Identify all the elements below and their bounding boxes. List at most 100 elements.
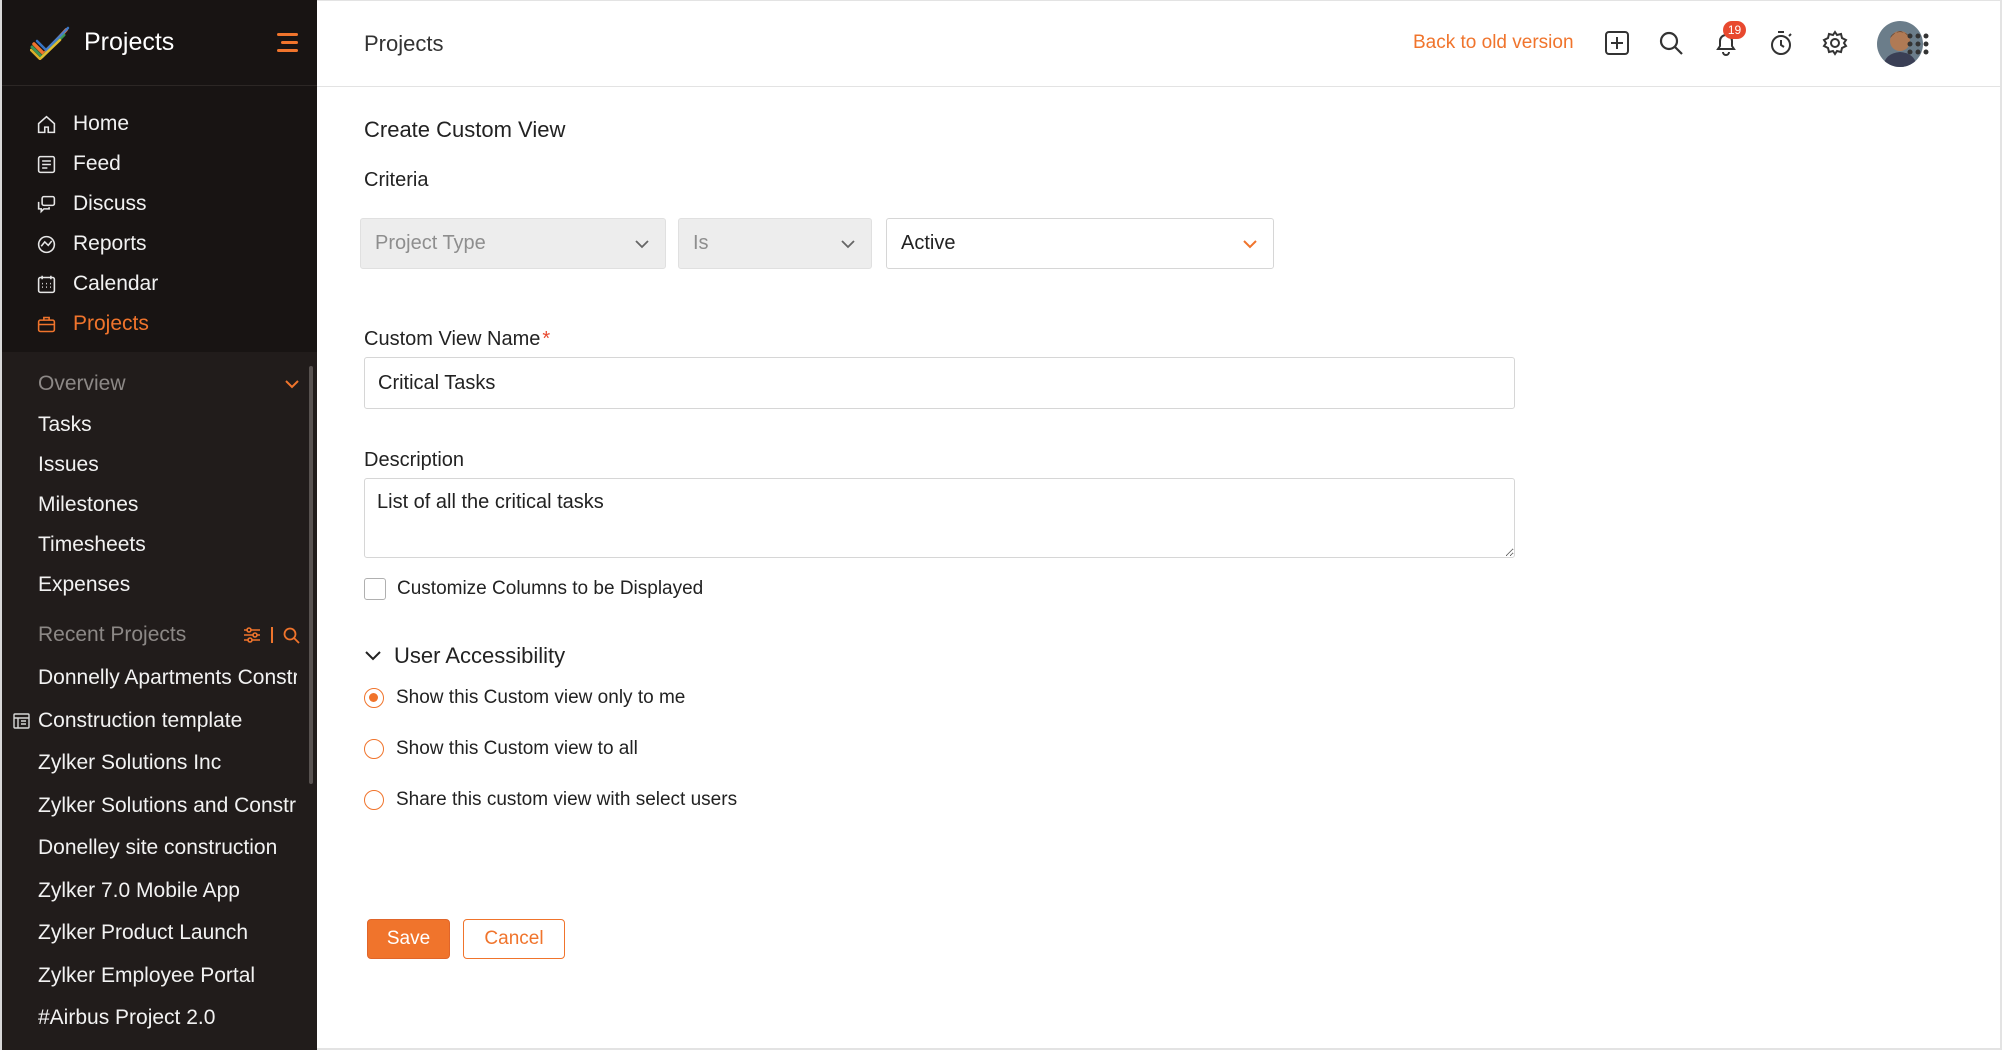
sidebar: Projects Home Feed Discuss Reports Calen… <box>0 0 317 1050</box>
access-option-only-me[interactable]: Show this Custom view only to me <box>364 687 685 709</box>
recent-project-item[interactable]: Donelley site construction <box>2 827 297 870</box>
radio-button[interactable] <box>364 688 384 708</box>
recent-project-item[interactable]: Zylker Employee Portal <box>2 955 297 998</box>
chevron-down-icon <box>285 380 299 389</box>
chevron-down-icon <box>1243 240 1257 249</box>
divider <box>271 627 273 643</box>
nav-label: Home <box>73 112 130 135</box>
recent-project-item[interactable]: Zylker 7.0 Mobile App <box>2 870 297 913</box>
access-option-label: Show this Custom view to all <box>396 738 638 759</box>
top-header: Projects Back to old version 19 <box>317 0 2002 87</box>
customize-columns-checkbox[interactable] <box>364 578 386 600</box>
calendar-icon <box>37 275 56 293</box>
main-nav: Home Feed Discuss Reports Calendar Proje… <box>2 86 317 344</box>
cancel-button[interactable]: Cancel <box>463 919 565 959</box>
recent-project-item[interactable]: Donnelly Apartments Construction <box>2 657 297 700</box>
nav-label: Feed <box>73 152 121 175</box>
recent-project-item[interactable]: Zylker Solutions Inc <box>2 742 297 785</box>
description-textarea[interactable]: List of all the critical tasks <box>364 478 1515 558</box>
recent-project-label: Zylker 7.0 Mobile App <box>38 878 240 902</box>
notification-badge: 19 <box>1723 21 1746 39</box>
recent-projects-tools <box>243 627 300 644</box>
user-accessibility-heading: User Accessibility <box>394 643 566 668</box>
access-option-all[interactable]: Show this Custom view to all <box>364 738 638 760</box>
radio-button[interactable] <box>364 739 384 759</box>
recent-project-item[interactable]: #Airbus Project 2.0 <box>2 997 297 1040</box>
access-option-label: Show this Custom view only to me <box>396 687 686 708</box>
recent-projects-label: Recent Projects <box>38 623 187 646</box>
page-title: Projects <box>364 31 444 56</box>
required-asterisk: * <box>542 328 551 350</box>
app-title: Projects <box>84 28 175 56</box>
criteria-field-dropdown[interactable]: Project Type <box>360 218 666 269</box>
search-icon[interactable] <box>283 627 300 644</box>
sidebar-header: Projects <box>2 0 317 86</box>
nav-label: Projects <box>73 312 149 335</box>
user-accessibility-toggle[interactable]: User Accessibility <box>364 643 565 669</box>
gear-icon[interactable] <box>1821 29 1849 57</box>
recent-project-label: Zylker Employee Portal <box>38 963 256 987</box>
overview-heading[interactable]: Overview <box>38 372 300 396</box>
criteria-value-dropdown[interactable]: Active <box>886 218 1274 269</box>
back-to-old-version-link[interactable]: Back to old version <box>1413 32 1574 54</box>
nav-label: Calendar <box>73 272 159 295</box>
overview-item-expenses[interactable]: Expenses <box>38 565 146 605</box>
description-label: Description <box>364 449 465 471</box>
recent-project-label: Zylker Solutions and Construction <box>38 793 297 817</box>
discuss-icon <box>37 195 56 213</box>
overview-heading-label: Overview <box>38 372 126 395</box>
reports-icon <box>37 235 56 253</box>
add-icon[interactable] <box>1603 29 1631 57</box>
menu-collapse-icon[interactable] <box>273 33 298 53</box>
recent-project-item[interactable]: Zylker Product Launch <box>2 912 297 955</box>
briefcase-icon <box>37 316 56 332</box>
apps-grid-icon[interactable] <box>1904 30 1932 58</box>
overview-item-tasks[interactable]: Tasks <box>38 405 146 445</box>
form-title: Create Custom View <box>364 117 566 142</box>
custom-view-name-label: Custom View Name * <box>364 328 550 351</box>
feed-icon <box>37 155 56 173</box>
timer-icon[interactable] <box>1767 29 1795 57</box>
recent-project-label: Donnelly Apartments Construction <box>38 666 297 690</box>
chevron-down-icon <box>635 240 649 249</box>
recent-project-item[interactable]: Zylker Solutions and Construction <box>2 785 297 828</box>
save-button[interactable]: Save <box>367 919 450 959</box>
criteria-label: Criteria <box>364 169 429 191</box>
criteria-operator-dropdown[interactable]: Is <box>678 218 872 269</box>
nav-label: Discuss <box>73 192 147 215</box>
nav-item-projects[interactable]: Projects <box>2 304 317 344</box>
filter-sliders-icon[interactable] <box>243 627 261 643</box>
create-custom-view-form: Create Custom View Criteria Project Type… <box>317 87 2002 1050</box>
recent-project-label: Construction template <box>38 708 243 732</box>
nav-item-feed[interactable]: Feed <box>2 144 317 184</box>
app-logo-icon <box>30 26 70 60</box>
custom-view-name-label-text: Custom View Name <box>364 328 541 350</box>
customize-columns-label: Customize Columns to be Displayed <box>397 578 704 599</box>
recent-project-item[interactable]: Construction template <box>2 700 297 743</box>
recent-project-label: Zylker Product Launch <box>38 921 249 945</box>
nav-item-reports[interactable]: Reports <box>2 224 317 264</box>
customize-columns-checkbox-row[interactable]: Customize Columns to be Displayed <box>364 578 703 600</box>
recent-project-label: #Airbus Project 2.0 <box>38 1006 216 1030</box>
access-option-select-users[interactable]: Share this custom view with select users <box>364 789 737 811</box>
overview-item-timesheets[interactable]: Timesheets <box>38 525 146 565</box>
nav-item-calendar[interactable]: Calendar <box>2 264 317 304</box>
template-icon <box>13 712 30 729</box>
recent-project-label: Donelley site construction <box>38 836 278 860</box>
search-icon[interactable] <box>1657 29 1685 57</box>
overview-item-milestones[interactable]: Milestones <box>38 485 146 525</box>
overview-item-issues[interactable]: Issues <box>38 445 146 485</box>
recent-projects-list: Donnelly Apartments Construction Constru… <box>2 657 317 1040</box>
criteria-operator-value: Is <box>693 232 709 254</box>
home-icon <box>37 115 56 133</box>
overview-list: Tasks Issues Milestones Timesheets Expen… <box>38 405 146 605</box>
criteria-field-value: Project Type <box>375 232 486 254</box>
chevron-down-icon <box>365 651 381 661</box>
nav-item-discuss[interactable]: Discuss <box>2 184 317 224</box>
radio-button[interactable] <box>364 790 384 810</box>
chevron-down-icon <box>841 240 855 249</box>
nav-item-home[interactable]: Home <box>2 104 317 144</box>
access-option-label: Share this custom view with select users <box>396 789 738 810</box>
custom-view-name-input[interactable] <box>364 357 1515 409</box>
nav-label: Reports <box>73 232 147 255</box>
